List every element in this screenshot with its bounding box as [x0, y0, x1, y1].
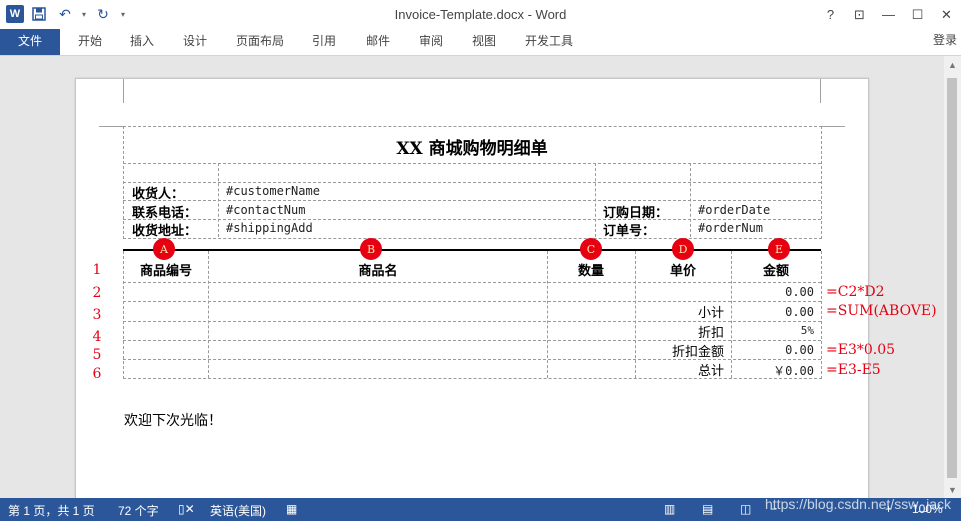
tab-file[interactable]: 文件 — [0, 29, 60, 55]
help-button[interactable]: ? — [816, 0, 845, 29]
column-letter-badge: D — [672, 238, 694, 260]
sign-in-link[interactable]: 登录 — [933, 31, 957, 48]
macro-recording-icon[interactable]: ▦ — [286, 502, 297, 516]
closing-text: 欢迎下次光临！ — [124, 413, 222, 429]
proofing-icon[interactable]: ▯✕ — [178, 502, 195, 516]
subtotal-value[interactable]: 0.00 — [731, 305, 814, 319]
crop-mark — [123, 79, 124, 103]
table-gridline — [595, 163, 596, 237]
close-button[interactable]: ✕ — [932, 0, 961, 29]
title-bar: W ↶ ▾ ↻ ▾ Invoice-Template.docx - Word ?… — [0, 0, 961, 29]
crop-mark — [99, 126, 123, 127]
column-letter-badge: C — [580, 238, 602, 260]
column-header-id: 商品编号 — [139, 264, 192, 279]
word-count[interactable]: 72 个字 — [118, 502, 159, 519]
phone-field[interactable]: #contactNum — [226, 203, 305, 217]
total-value[interactable]: ￥0.00 — [731, 362, 814, 379]
column-letter-badge: E — [768, 238, 790, 260]
tab-design[interactable]: 设计 — [177, 29, 213, 55]
table-gridline — [218, 163, 219, 237]
column-header-quantity: 数量 — [577, 264, 604, 279]
crop-mark — [820, 79, 821, 103]
scroll-up-icon[interactable]: ▲ — [944, 56, 961, 73]
table-gridline — [690, 163, 691, 237]
discount-amount-value[interactable]: 0.00 — [731, 343, 814, 357]
watermark: https://blog.csdn.net/ssw_jack — [765, 496, 951, 512]
row-number: 3 — [92, 307, 102, 323]
ribbon-display-options-icon[interactable]: ⊡ — [845, 0, 874, 29]
print-layout-icon[interactable]: ▤ — [702, 502, 713, 516]
tab-mailings[interactable]: 邮件 — [360, 29, 396, 55]
document-canvas: XX 商城购物明细单 收货人： #customerName 联系电话： #con… — [0, 56, 944, 498]
receiver-label: 收货人： — [132, 187, 185, 202]
line-amount-value[interactable]: 0.00 — [731, 285, 814, 299]
formula-annotation: =SUM(ABOVE) — [826, 303, 937, 319]
tab-page-layout[interactable]: 页面布局 — [232, 29, 288, 55]
language-indicator[interactable]: 英语(美国) — [210, 502, 266, 519]
document-page[interactable]: XX 商城购物明细单 收货人： #customerName 联系电话： #con… — [75, 78, 937, 498]
table-gridline — [123, 219, 821, 220]
document-title: XX 商城购物明细单 — [396, 139, 548, 159]
column-header-name: 商品名 — [358, 264, 398, 279]
table-gridline — [123, 200, 821, 201]
vertical-scrollbar[interactable]: ▲ ▼ — [944, 56, 961, 498]
order-date-label: 订购日期： — [603, 206, 669, 221]
row-number: 5 — [92, 347, 102, 363]
column-header-amount: 金额 — [762, 264, 789, 279]
order-number-field[interactable]: #orderNum — [698, 221, 763, 235]
row-number: 6 — [92, 366, 102, 382]
crop-mark — [821, 126, 845, 127]
web-layout-icon[interactable]: ◫ — [740, 502, 751, 516]
tab-insert[interactable]: 插入 — [124, 29, 160, 55]
discount-label: 折扣 — [697, 326, 724, 341]
column-letter-badge: A — [153, 238, 175, 260]
subtotal-label: 小计 — [697, 306, 724, 321]
address-label: 收货地址： — [132, 224, 198, 239]
minimize-button[interactable]: — — [874, 0, 903, 29]
tab-view[interactable]: 视图 — [466, 29, 502, 55]
total-label: 总计 — [697, 364, 724, 379]
table-gridline — [123, 163, 821, 164]
receiver-field[interactable]: #customerName — [226, 184, 320, 198]
tab-home[interactable]: 开始 — [72, 29, 108, 55]
tab-developer[interactable]: 开发工具 — [520, 29, 578, 55]
column-letter-badge: B — [360, 238, 382, 260]
formula-annotation: =C2*D2 — [826, 284, 885, 300]
formula-annotation: =E3-E5 — [826, 362, 881, 378]
row-number: 4 — [92, 329, 102, 345]
window-controls: ? ⊡ — ☐ ✕ — [816, 0, 961, 29]
table-gridline — [123, 182, 821, 183]
discount-value[interactable]: 5% — [731, 324, 814, 337]
order-date-field[interactable]: #orderDate — [698, 203, 770, 217]
ribbon-tabs: 文件 开始 插入 设计 页面布局 引用 邮件 审阅 视图 开发工具 登录 — [0, 29, 961, 56]
phone-label: 联系电话： — [132, 206, 198, 221]
read-mode-icon[interactable]: ▥ — [664, 502, 675, 516]
table-gridline — [123, 282, 821, 283]
row-number: 2 — [92, 285, 102, 301]
tab-references[interactable]: 引用 — [306, 29, 342, 55]
formula-annotation: =E3*0.05 — [826, 342, 896, 358]
page-count[interactable]: 第 1 页，共 1 页 — [8, 502, 95, 519]
scrollbar-thumb[interactable] — [947, 78, 957, 478]
order-number-label: 订单号： — [603, 224, 656, 239]
address-field[interactable]: #shippingAdd — [226, 221, 313, 235]
column-header-unit-price: 单价 — [669, 264, 696, 279]
row-number: 1 — [92, 262, 102, 278]
tab-review[interactable]: 审阅 — [413, 29, 449, 55]
discount-amount-label: 折扣金额 — [671, 345, 724, 360]
maximize-button[interactable]: ☐ — [903, 0, 932, 29]
